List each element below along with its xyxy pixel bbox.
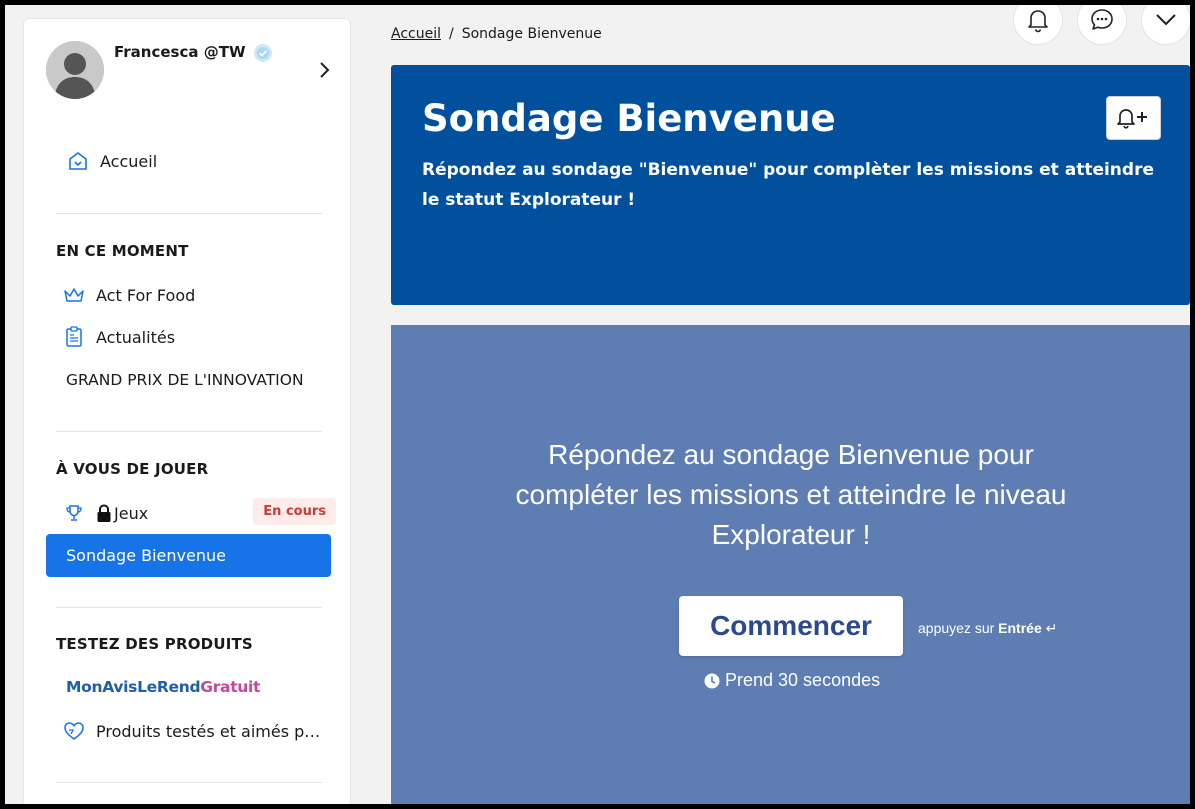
- sidebar-item-grand-prix[interactable]: GRAND PRIX DE L'INNOVATION: [66, 366, 348, 394]
- breadcrumb-current: Sondage Bienvenue: [461, 26, 602, 42]
- crown-icon: [62, 283, 86, 307]
- divider: [56, 431, 322, 432]
- clock-icon: [704, 673, 720, 688]
- trophy-icon: [62, 501, 86, 525]
- subscribe-notifications-button[interactable]: [1106, 96, 1161, 140]
- sidebar-item-tested-products[interactable]: Produits testés et aimés p…: [62, 717, 344, 745]
- sidebar-item-games[interactable]: Jeux En cours: [62, 498, 344, 527]
- enter-key-hint: appuyez sur Entrée ↵: [918, 620, 1057, 637]
- breadcrumb-separator: /: [449, 26, 454, 42]
- enter-hint-key: Entrée: [998, 620, 1042, 636]
- home-icon: [66, 149, 90, 173]
- sidebar: Francesca @TW Accueil EN CE MOMENT Act F…: [23, 18, 351, 804]
- brand-logo-part-2: Gratuit: [200, 678, 261, 696]
- sidebar-item-sondage-bienvenue[interactable]: Sondage Bienvenue: [46, 534, 331, 577]
- section-title-now: EN CE MOMENT: [56, 242, 189, 260]
- survey-panel: Répondez au sondage Bienvenue pour compl…: [391, 325, 1190, 804]
- survey-intro-text: Répondez au sondage Bienvenue pour compl…: [515, 439, 1067, 550]
- brand-logo-part-1: MonAvisLeRend: [66, 678, 201, 696]
- chevron-right-icon[interactable]: [318, 59, 332, 81]
- sidebar-item-label: Sondage Bienvenue: [66, 546, 226, 565]
- divider: [56, 213, 322, 214]
- verified-badge-icon: [254, 44, 272, 62]
- chevron-down-icon: [1156, 14, 1176, 26]
- sidebar-item-label: Jeux: [114, 503, 149, 523]
- sidebar-item-label: Accueil: [100, 151, 158, 171]
- avatar[interactable]: [46, 41, 104, 99]
- enter-key-icon: ↵: [1045, 620, 1058, 636]
- survey-duration-text: Prend 30 secondes: [725, 670, 881, 690]
- breadcrumb-home-link[interactable]: Accueil: [391, 26, 441, 42]
- banner-description: Répondez au sondage "Bienvenue" pour com…: [422, 160, 1154, 210]
- chat-bubble-icon: [1091, 9, 1113, 30]
- bell-icon: [1028, 10, 1048, 33]
- page-title: Sondage Bienvenue: [422, 97, 836, 140]
- section-title-test: TESTEZ DES PRODUITS: [56, 635, 253, 653]
- brand-logo-monavislerendgratuit[interactable]: MonAvisLeRendGratuit: [66, 678, 260, 696]
- sidebar-item-label: Produits testés et aimés p…: [96, 721, 321, 741]
- sidebar-item-label: Act For Food: [96, 285, 196, 305]
- header-banner: Sondage Bienvenue Répondez au sondage "B…: [391, 65, 1190, 305]
- sidebar-item-act-for-food[interactable]: Act For Food: [62, 281, 344, 309]
- divider: [56, 607, 322, 608]
- sidebar-item-news[interactable]: Actualités: [62, 323, 344, 351]
- survey-duration: Prend 30 secondes: [704, 670, 880, 691]
- section-title-play: À VOUS DE JOUER: [56, 460, 209, 478]
- notifications-button[interactable]: [1013, 5, 1063, 45]
- sidebar-item-label: Actualités: [96, 327, 176, 347]
- sidebar-item-home[interactable]: Accueil: [66, 147, 348, 175]
- profile-card[interactable]: Francesca @TW: [46, 41, 336, 101]
- enter-hint-prefix: appuyez sur: [918, 620, 995, 636]
- avatar-silhouette-icon: [46, 41, 104, 99]
- start-survey-button[interactable]: Commencer: [679, 596, 903, 656]
- heart-icon: [62, 719, 86, 743]
- profile-name[interactable]: Francesca @TW: [114, 43, 246, 61]
- app-frame: Francesca @TW Accueil EN CE MOMENT Act F…: [5, 5, 1190, 804]
- sidebar-item-label: GRAND PRIX DE L'INNOVATION: [66, 371, 304, 389]
- account-menu-button[interactable]: [1141, 5, 1190, 45]
- messages-button[interactable]: [1077, 5, 1127, 45]
- news-icon: [62, 325, 86, 349]
- bell-plus-icon: [1116, 109, 1147, 129]
- status-badge: En cours: [253, 498, 336, 525]
- breadcrumb: Accueil / Sondage Bienvenue: [391, 26, 602, 42]
- divider: [56, 782, 322, 783]
- lock-icon: [96, 503, 112, 523]
